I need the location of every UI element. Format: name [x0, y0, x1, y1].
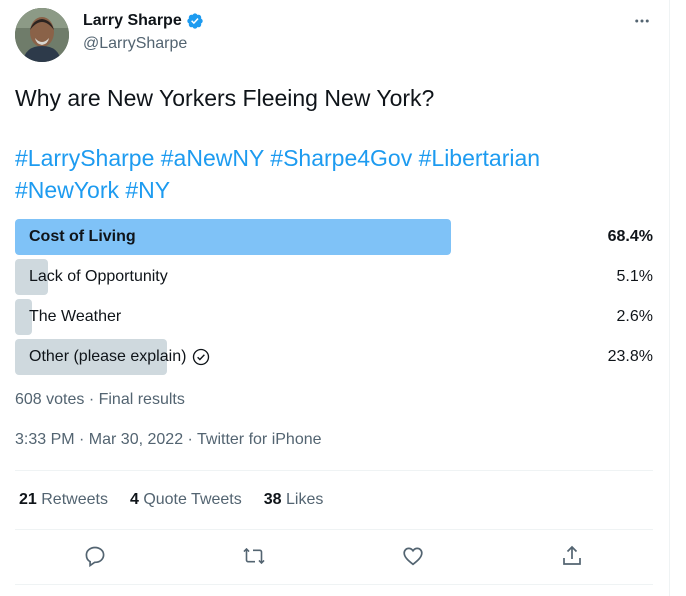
- retweets-stat[interactable]: 21 Retweets: [19, 491, 108, 509]
- hashtag-link[interactable]: #Sharpe4Gov: [270, 145, 412, 171]
- retweet-icon: [243, 547, 265, 565]
- share-icon: [563, 545, 581, 565]
- hashtags-line-2: #NewYork #NY: [15, 174, 655, 206]
- reply-icon: [85, 546, 105, 568]
- check-circle-icon: [193, 348, 210, 366]
- poll-option: The Weather 2.6%: [15, 299, 653, 335]
- retweet-button[interactable]: [242, 544, 266, 568]
- poll-option-percent: 68.4%: [607, 228, 653, 245]
- poll: Cost of Living 68.4% Lack of Opportunity…: [15, 219, 653, 379]
- author-name[interactable]: Larry Sharpe: [83, 12, 182, 30]
- poll-meta: 608 votes · Final results: [15, 391, 185, 408]
- tweet-text: Why are New Yorkers Fleeing New York?: [15, 82, 655, 114]
- quote-tweets-label: Quote Tweets: [143, 491, 242, 508]
- hashtag-link[interactable]: #LarrySharpe: [15, 145, 154, 171]
- like-button[interactable]: [401, 544, 425, 568]
- likes-count: 38: [263, 491, 282, 508]
- retweets-count: 21: [19, 491, 37, 508]
- poll-option-label: Lack of Opportunity: [29, 268, 168, 285]
- poll-option: Cost of Living 68.4%: [15, 219, 653, 255]
- avatar-image: [15, 8, 69, 62]
- tweet-hashtags: #LarrySharpe #aNewNY #Sharpe4Gov #Libert…: [15, 142, 655, 206]
- poll-option: Lack of Opportunity 5.1%: [15, 259, 653, 295]
- hashtags-line-1: #LarrySharpe #aNewNY #Sharpe4Gov #Libert…: [15, 142, 655, 174]
- hashtag-link[interactable]: #NY: [125, 177, 170, 203]
- hashtag-link[interactable]: #NewYork: [15, 177, 119, 203]
- poll-option-percent: 5.1%: [616, 268, 653, 285]
- author-name-row[interactable]: Larry Sharpe: [83, 12, 204, 30]
- poll-option: Other (please explain) 23.8%: [15, 339, 653, 375]
- column-border: [669, 0, 670, 596]
- avatar[interactable]: [15, 8, 69, 62]
- poll-option-label: The Weather: [29, 308, 122, 325]
- more-icon: [635, 19, 649, 23]
- divider: [15, 584, 653, 585]
- verified-badge-icon: [187, 13, 203, 29]
- poll-option-percent: 23.8%: [607, 348, 653, 365]
- poll-option-label: Other (please explain): [29, 348, 187, 365]
- poll-option-label: Cost of Living: [29, 228, 136, 245]
- divider: [15, 470, 653, 471]
- poll-option-percent: 2.6%: [616, 308, 653, 325]
- hashtag-link[interactable]: #aNewNY: [161, 145, 264, 171]
- tweet-stats: 21 Retweets 4 Quote Tweets 38 Likes: [19, 491, 345, 509]
- hashtag-link[interactable]: #Libertarian: [419, 145, 540, 171]
- tweet-actions: [15, 544, 653, 570]
- tweet-timestamp[interactable]: 3:33 PM · Mar 30, 2022 · Twitter for iPh…: [15, 431, 322, 449]
- likes-label: Likes: [286, 491, 324, 508]
- quote-tweets-count: 4: [129, 491, 139, 508]
- divider: [15, 529, 653, 530]
- quote-tweets-stat[interactable]: 4 Quote Tweets: [130, 491, 242, 509]
- tweet-question: Why are New Yorkers Fleeing New York?: [15, 85, 435, 111]
- like-icon: [403, 547, 423, 566]
- author-handle[interactable]: @LarrySharpe: [83, 35, 187, 53]
- retweets-label: Retweets: [41, 491, 108, 508]
- poll-option-label-wrap: Other (please explain): [29, 339, 210, 375]
- more-button[interactable]: [631, 10, 653, 32]
- reply-button[interactable]: [83, 544, 107, 568]
- share-button[interactable]: [560, 544, 584, 568]
- likes-stat[interactable]: 38 Likes: [264, 491, 324, 509]
